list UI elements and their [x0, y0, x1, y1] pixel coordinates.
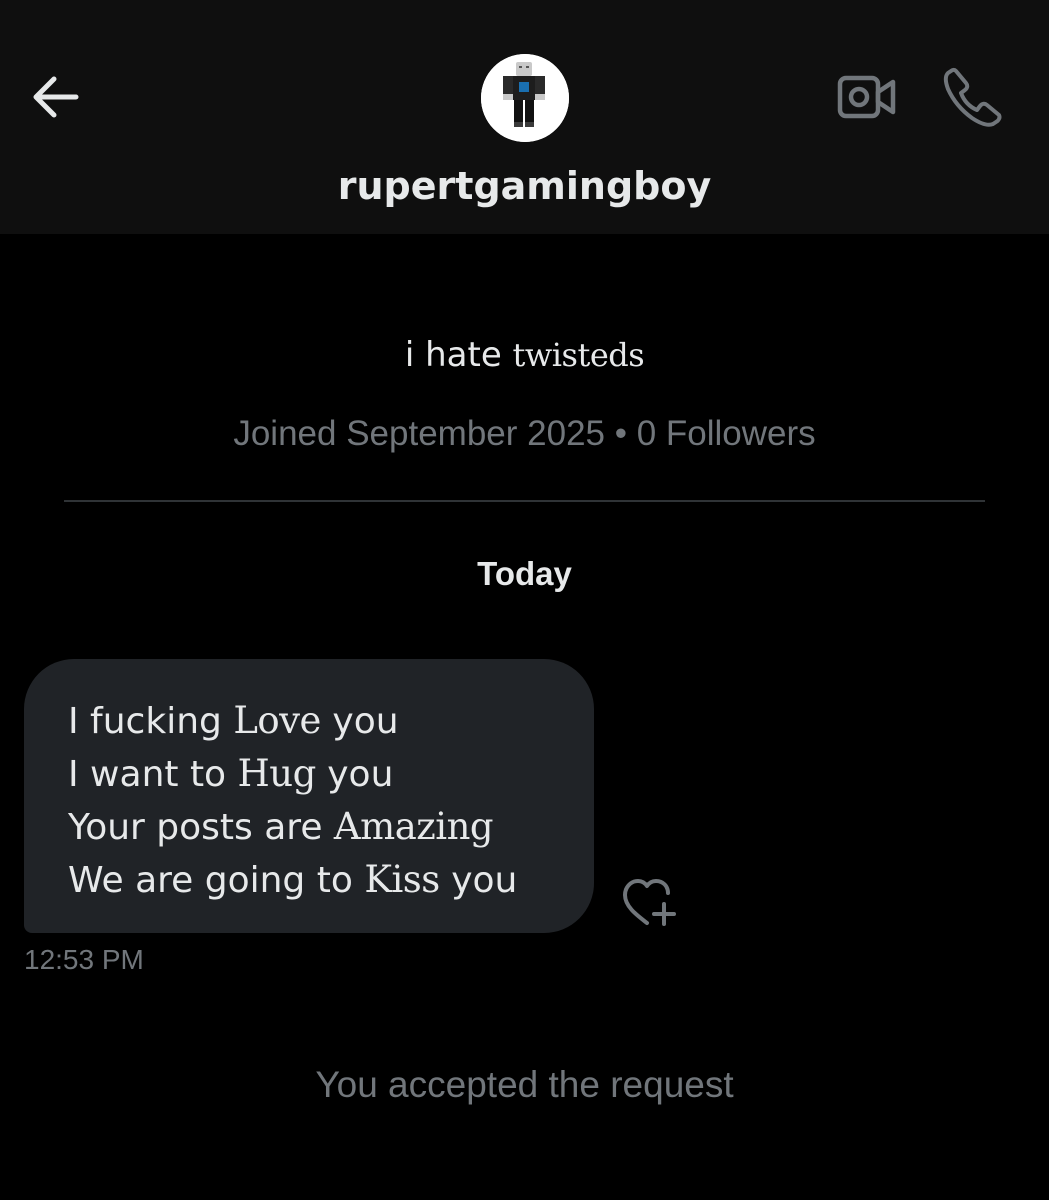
bio-text: i hate [404, 335, 513, 375]
message-text: Your posts are [68, 807, 334, 848]
message-text: you [315, 754, 394, 795]
heart-plus-icon [623, 879, 676, 926]
message-stylized-text: Kiss [364, 858, 440, 901]
date-separator: Today [477, 555, 572, 592]
video-camera-icon [837, 75, 896, 119]
message-line: We are going to Kiss you [68, 854, 574, 907]
message-text: I fucking [68, 701, 234, 742]
avatar[interactable] [481, 54, 569, 142]
profile-meta: Joined September 2025 • 0 Followers [233, 414, 816, 453]
roblox-character-avatar [481, 54, 569, 142]
divider [64, 500, 985, 502]
video-call-button[interactable] [836, 72, 898, 122]
system-message: You accepted the request [315, 1064, 734, 1105]
arrow-left-icon [33, 76, 79, 118]
message-line: Your posts are Amazing [68, 801, 574, 854]
message-line: I want to Hug you [68, 748, 574, 801]
add-reaction-button[interactable] [620, 876, 678, 930]
message-text: you [439, 860, 518, 901]
conversation-username[interactable]: rupertgamingboy [0, 160, 1049, 212]
conversation-header: rupertgamingboy [0, 0, 1049, 234]
message-text: We are going to [68, 860, 365, 901]
back-button[interactable] [28, 74, 82, 120]
voice-call-button[interactable] [942, 66, 1004, 128]
phone-icon [943, 67, 1002, 127]
message-bubble[interactable]: I fucking Love you I want to Hug you You… [24, 659, 594, 933]
message-text: I want to [68, 754, 238, 795]
bio-stylized-text: twisteds [512, 336, 645, 374]
message-stylized-text: Love [233, 699, 321, 742]
profile-bio: i hate twisteds [0, 330, 1049, 380]
message-text: you [320, 701, 399, 742]
message-stylized-text: Hug [237, 752, 317, 795]
message-stylized-text: Amazing [333, 805, 494, 848]
message-line: I fucking Love you [68, 695, 574, 748]
message-timestamp: 12:53 PM [24, 944, 144, 975]
